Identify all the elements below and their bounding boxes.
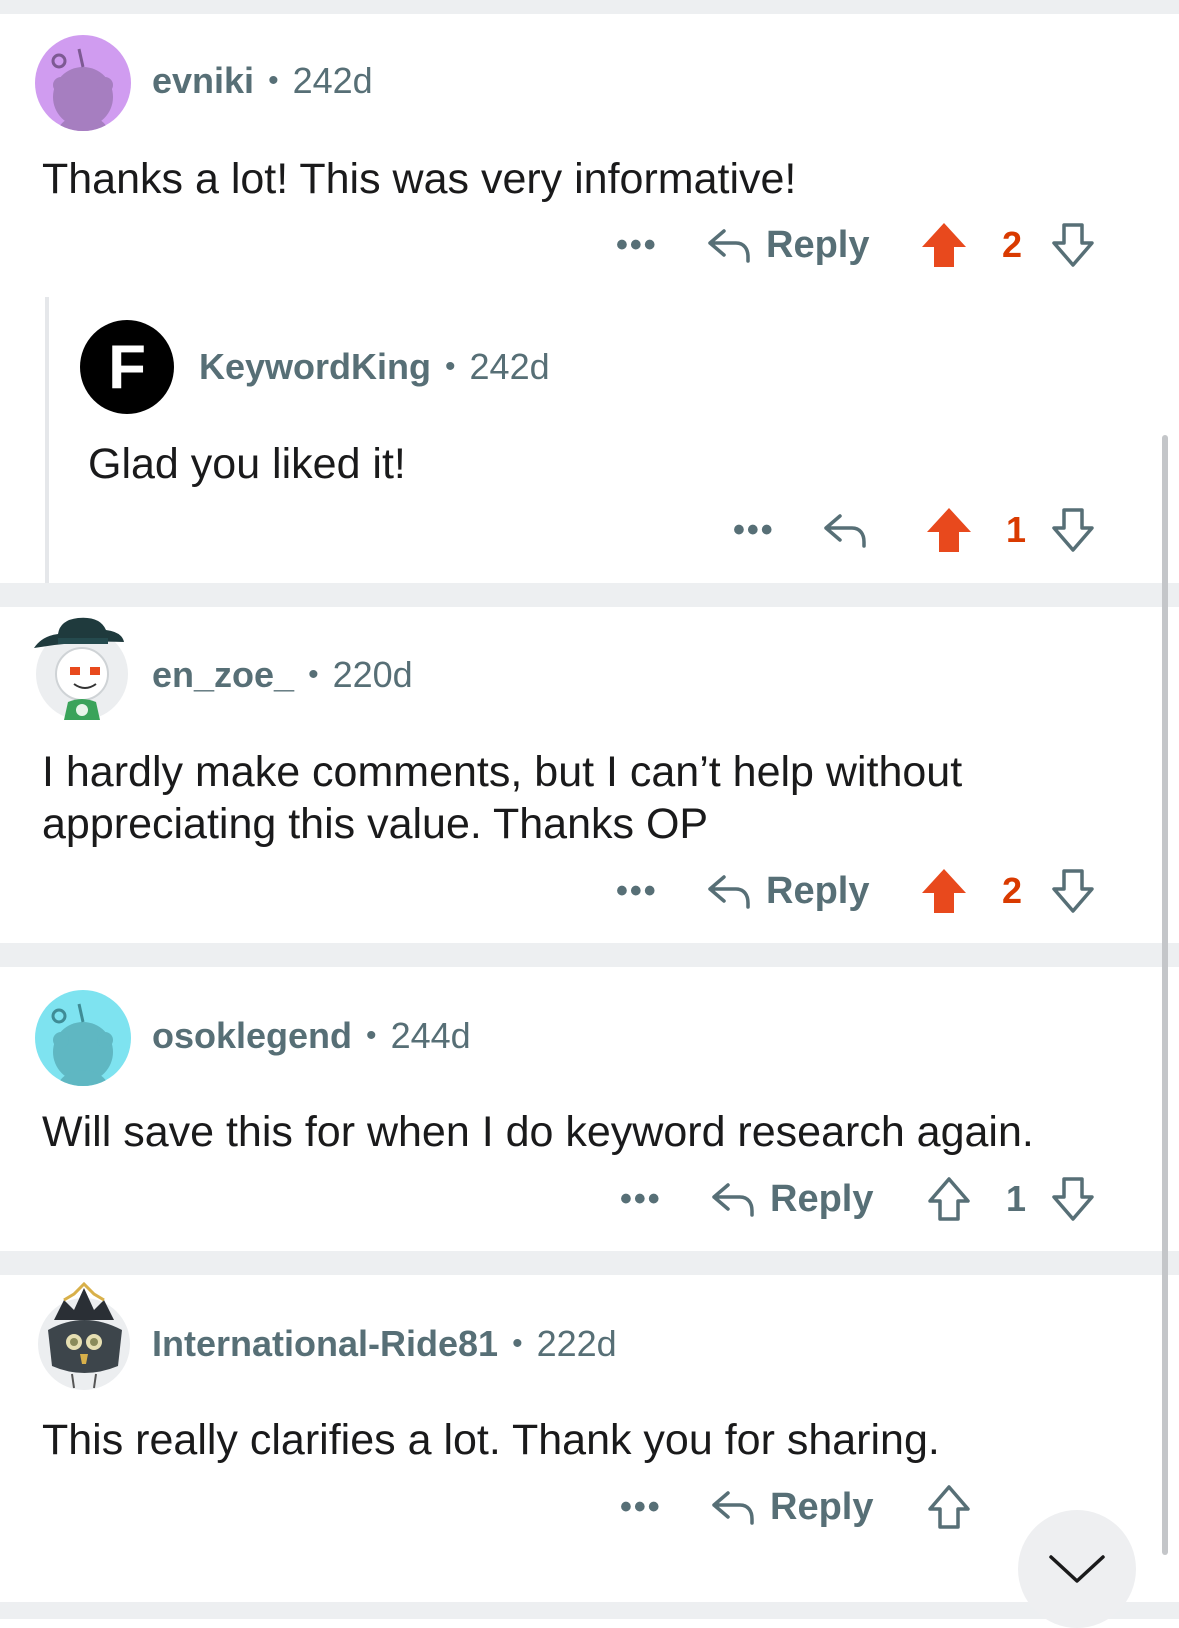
reply-button[interactable]: Reply	[706, 861, 869, 921]
reply-arrow-icon	[708, 875, 750, 909]
meta-separator: •	[366, 1019, 377, 1052]
upvote-button[interactable]	[926, 1169, 972, 1229]
comment-separator	[0, 943, 1179, 967]
reply-button[interactable]: Reply	[710, 1169, 873, 1229]
upvote-button[interactable]	[926, 1477, 972, 1537]
reply-label: Reply	[770, 1177, 874, 1220]
bottom-separator	[0, 1602, 1179, 1619]
vote-score: 1	[1006, 1178, 1027, 1219]
vote-score: 2	[1002, 870, 1023, 911]
top-separator	[0, 0, 1179, 14]
avatar[interactable]	[35, 35, 131, 131]
snoo-hat-avatar-icon	[34, 617, 128, 720]
reply-button[interactable]: Reply	[706, 215, 869, 275]
avatar[interactable]: F	[80, 320, 174, 414]
comment-body: Glad you liked it!	[88, 440, 406, 488]
upvote-icon	[928, 1177, 970, 1221]
upvote-filled-icon	[922, 223, 966, 267]
comment-body: Will save this for when I do keyword res…	[42, 1108, 1034, 1156]
comment-meta: en_zoe_ • 220d	[152, 654, 413, 696]
reply-label: Reply	[766, 869, 870, 912]
comment-age: 242d	[292, 60, 373, 101]
chevron-down-icon	[1049, 1555, 1105, 1583]
username[interactable]: en_zoe_	[152, 654, 294, 696]
downvote-button[interactable]	[1050, 861, 1096, 921]
comment-actions: ••• Reply 1	[0, 1169, 1179, 1229]
snoo-armor-avatar-icon	[38, 1281, 130, 1390]
comment-meta: KeywordKing • 242d	[199, 346, 550, 388]
comment-actions: ••• Reply 2	[0, 861, 1179, 921]
username[interactable]: International-Ride81	[152, 1323, 498, 1365]
avatar-letter: F	[108, 332, 146, 402]
comment-actions: ••• Reply	[0, 1477, 1179, 1537]
more-options-button[interactable]: •••	[620, 1169, 662, 1229]
downvote-icon	[1052, 1177, 1094, 1221]
comment-body: This really clarifies a lot. Thank you f…	[42, 1416, 940, 1464]
comment-separator	[0, 583, 1179, 607]
avatar[interactable]	[34, 1280, 134, 1390]
upvote-button[interactable]	[925, 500, 973, 560]
comment-separator	[0, 1251, 1179, 1275]
more-options-button[interactable]: •••	[733, 500, 775, 560]
meta-separator: •	[268, 64, 279, 97]
scrollbar[interactable]	[1162, 435, 1168, 1555]
avatar[interactable]	[35, 990, 131, 1086]
comment-body: Thanks a lot! This was very informative!	[42, 155, 797, 203]
more-options-button[interactable]: •••	[616, 215, 658, 275]
downvote-icon	[1052, 508, 1094, 552]
avatar[interactable]	[30, 612, 130, 722]
comment-body-line: I hardly make comments, but I can’t help…	[42, 748, 963, 796]
comment-actions: ••• 1	[0, 500, 1179, 560]
downvote-button[interactable]	[1050, 215, 1096, 275]
vote-score: 1	[1006, 509, 1027, 550]
scroll-down-button[interactable]	[1018, 1510, 1136, 1628]
comment-meta: evniki • 242d	[152, 60, 373, 102]
reply-arrow-icon	[712, 1183, 754, 1217]
reply-button[interactable]	[822, 500, 882, 560]
comment-age: 244d	[390, 1015, 471, 1056]
meta-separator: •	[445, 350, 456, 383]
username[interactable]: evniki	[152, 60, 254, 102]
username[interactable]: osoklegend	[152, 1015, 352, 1057]
more-options-button[interactable]: •••	[620, 1477, 662, 1537]
comment-meta: International-Ride81 • 222d	[152, 1323, 617, 1365]
more-options-button[interactable]: •••	[616, 861, 658, 921]
comment-body-line: appreciating this value. Thanks OP	[42, 800, 709, 848]
comment-age: 242d	[469, 346, 550, 387]
comment-actions: ••• Reply 2	[0, 215, 1179, 275]
snoo-default-icon	[51, 48, 113, 131]
reply-label: Reply	[770, 1485, 874, 1528]
reply-arrow-icon	[708, 229, 750, 263]
downvote-button[interactable]	[1050, 1169, 1096, 1229]
comment-age: 220d	[332, 654, 413, 695]
upvote-filled-icon	[922, 869, 966, 913]
username[interactable]: KeywordKing	[199, 346, 431, 388]
meta-separator: •	[512, 1327, 523, 1360]
reply-button[interactable]: Reply	[710, 1477, 873, 1537]
comment-meta: osoklegend • 244d	[152, 1015, 471, 1057]
downvote-icon	[1052, 869, 1094, 913]
meta-separator: •	[308, 658, 319, 691]
reply-arrow-icon	[824, 514, 866, 548]
upvote-button[interactable]	[920, 861, 968, 921]
snoo-default-icon	[51, 1003, 113, 1086]
vote-score: 2	[1002, 224, 1023, 265]
downvote-button[interactable]	[1050, 500, 1096, 560]
downvote-icon	[1052, 223, 1094, 267]
upvote-icon	[928, 1485, 970, 1529]
reply-label: Reply	[766, 223, 870, 266]
upvote-filled-icon	[927, 508, 971, 552]
comment-age: 222d	[536, 1323, 617, 1364]
upvote-button[interactable]	[920, 215, 968, 275]
reply-arrow-icon	[712, 1491, 754, 1525]
